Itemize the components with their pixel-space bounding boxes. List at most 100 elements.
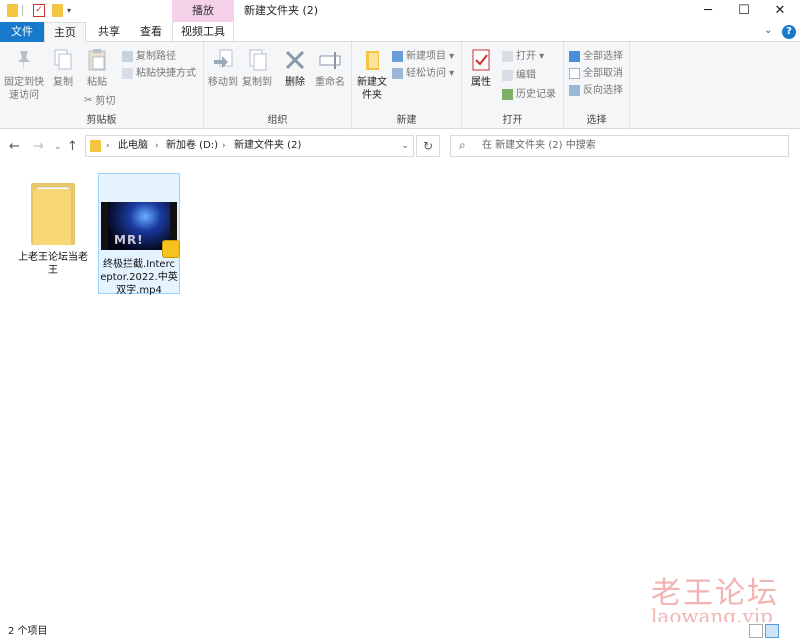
group-label-new: 新建 <box>396 115 417 126</box>
edit-icon <box>502 69 513 81</box>
ribbon: 固定到快速访问 复制 粘贴 复制路径 粘贴快捷方式 ✂ 剪切 剪贴板 移动到 复… <box>0 42 800 129</box>
maximize-button[interactable]: ☐ <box>726 0 762 22</box>
history-icon <box>502 88 513 100</box>
delete-button[interactable]: 删除 <box>280 48 310 89</box>
delete-x-icon <box>284 48 306 72</box>
group-select: 全部选择 全部取消 反向选择 选择 <box>564 42 630 129</box>
refresh-icon[interactable]: ↻ <box>416 135 440 157</box>
group-label-open: 打开 <box>502 115 523 126</box>
details-view-icon[interactable] <box>749 624 763 638</box>
search-box[interactable]: ⌕ 在 新建文件夹 (2) 中搜索 <box>450 135 789 157</box>
crumb-separator-icon[interactable]: › <box>106 136 110 156</box>
new-folder-quick-icon[interactable] <box>52 4 63 17</box>
properties-label: 属性 <box>471 77 491 88</box>
help-icon[interactable]: ? <box>782 25 796 39</box>
invert-selection-icon <box>569 84 580 96</box>
address-folder-icon <box>90 140 101 152</box>
easy-access-label: 轻松访问 <box>406 68 446 79</box>
status-bar: 2 个项目 <box>0 622 800 641</box>
rename-icon <box>319 48 341 72</box>
select-all-icon <box>569 50 580 62</box>
copy-to-button[interactable]: 复制到 <box>240 48 274 89</box>
select-all-button[interactable]: 全部选择 <box>569 49 623 65</box>
crumb-separator-icon[interactable]: › <box>222 136 226 156</box>
copy-button[interactable]: 复制 <box>48 48 78 89</box>
paste-shortcut-label: 粘贴快捷方式 <box>136 68 196 79</box>
title-bar: ✓ ▾ 播放 新建文件夹 (2) ─ ☐ ✕ <box>0 0 800 22</box>
player-badge-icon <box>162 240 180 258</box>
properties-check-icon <box>470 48 492 72</box>
paste-shortcut-button[interactable]: 粘贴快捷方式 <box>122 66 196 82</box>
tab-home[interactable]: 主页 <box>44 22 86 43</box>
recent-locations-chevron-icon[interactable]: ⌄ <box>54 142 62 152</box>
back-arrow-icon[interactable]: ← <box>9 139 20 154</box>
pin-quick-access-label: 固定到快速访问 <box>4 77 44 101</box>
file-item-folder[interactable]: 上老王论坛当老王 <box>12 173 94 277</box>
history-label: 历史记录 <box>516 89 556 100</box>
tab-view[interactable]: 查看 <box>130 22 172 42</box>
customize-toolbar-dropdown-icon[interactable]: ▾ <box>67 4 76 18</box>
delete-label: 删除 <box>285 77 305 88</box>
address-dropdown-icon[interactable]: ⌄ <box>401 136 409 156</box>
properties-button[interactable]: 属性 <box>466 48 496 89</box>
move-to-label: 移动到 <box>208 77 238 88</box>
close-button[interactable]: ✕ <box>762 0 798 22</box>
easy-access-button[interactable]: 轻松访问 ▾ <box>392 66 454 82</box>
edit-label: 编辑 <box>516 70 536 81</box>
group-clipboard: 固定到快速访问 复制 粘贴 复制路径 粘贴快捷方式 ✂ 剪切 剪贴板 <box>0 42 204 129</box>
properties-quick-icon[interactable]: ✓ <box>33 4 45 17</box>
history-button[interactable]: 历史记录 <box>502 87 556 103</box>
select-none-icon <box>569 67 580 79</box>
copy-path-button[interactable]: 复制路径 <box>122 49 176 65</box>
quick-access-separator <box>22 5 23 16</box>
ribbon-tabs: 文件 主页 共享 查看 视频工具 ⌄ ? <box>0 22 800 43</box>
copy-path-icon <box>122 50 133 62</box>
copy-to-icon <box>246 48 268 72</box>
video-thumbnail-icon: MR! <box>101 202 180 258</box>
invert-selection-button[interactable]: 反向选择 <box>569 83 623 99</box>
address-bar[interactable]: › 此电脑 › 新加卷 (D:) › 新建文件夹 (2) ⌄ <box>85 135 414 157</box>
file-item-name: 终极拦截.Interceptor.2022.中英双字.mp4 <box>100 259 178 296</box>
tab-file[interactable]: 文件 <box>0 22 44 42</box>
copy-to-label: 复制到 <box>242 77 272 88</box>
move-to-button[interactable]: 移动到 <box>206 48 240 89</box>
copy-label: 复制 <box>53 77 73 88</box>
crumb-separator-icon[interactable]: › <box>155 136 159 156</box>
collapse-ribbon-icon[interactable]: ⌄ <box>764 25 772 36</box>
file-list: 上老王论坛当老王 MR! 终极拦截.Interceptor.2022.中英双字.… <box>0 165 800 622</box>
pin-quick-access-button[interactable]: 固定到快速访问 <box>4 48 44 102</box>
open-button[interactable]: 打开 ▾ <box>502 49 544 65</box>
minimize-button[interactable]: ─ <box>690 0 726 22</box>
paste-button[interactable]: 粘贴 <box>82 48 112 89</box>
file-item-video[interactable]: MR! 终极拦截.Interceptor.2022.中英双字.mp4 <box>98 173 180 296</box>
breadcrumb-drive-d[interactable]: 新加卷 (D:) <box>166 136 218 156</box>
copy-icon <box>52 48 74 72</box>
quick-access-folder-icon[interactable] <box>7 4 18 17</box>
rename-button[interactable]: 重命名 <box>312 48 348 89</box>
group-organize: 移动到 复制到 删除 重命名 组织 <box>204 42 352 129</box>
tab-share[interactable]: 共享 <box>88 22 130 42</box>
open-icon <box>502 50 513 62</box>
select-all-label: 全部选择 <box>583 51 623 62</box>
edit-button[interactable]: 编辑 <box>502 68 536 84</box>
cut-button[interactable]: ✂ 剪切 <box>84 93 115 109</box>
search-icon: ⌕ <box>459 138 466 152</box>
large-icons-view-icon[interactable] <box>765 624 779 638</box>
new-item-label: 新建项目 <box>406 51 446 62</box>
paste-shortcut-icon <box>122 67 133 79</box>
new-folder-button[interactable]: 新建文件夹 <box>356 48 388 102</box>
new-item-button[interactable]: 新建项目 ▾ <box>392 49 454 65</box>
up-arrow-icon[interactable]: ↑ <box>67 139 78 154</box>
tab-video-tools[interactable]: 视频工具 <box>172 22 234 42</box>
context-tab-play: 播放 <box>172 0 234 22</box>
breadcrumb-this-pc[interactable]: 此电脑 <box>118 136 148 156</box>
breadcrumb-current-folder[interactable]: 新建文件夹 (2) <box>234 136 301 156</box>
new-folder-icon <box>361 48 383 72</box>
scissors-icon: ✂ <box>84 95 93 106</box>
forward-arrow-icon[interactable]: → <box>33 139 44 154</box>
new-item-icon <box>392 50 403 62</box>
rename-label: 重命名 <box>315 77 345 88</box>
select-none-label: 全部取消 <box>583 68 623 79</box>
window-title: 新建文件夹 (2) <box>244 4 319 17</box>
select-none-button[interactable]: 全部取消 <box>569 66 623 82</box>
